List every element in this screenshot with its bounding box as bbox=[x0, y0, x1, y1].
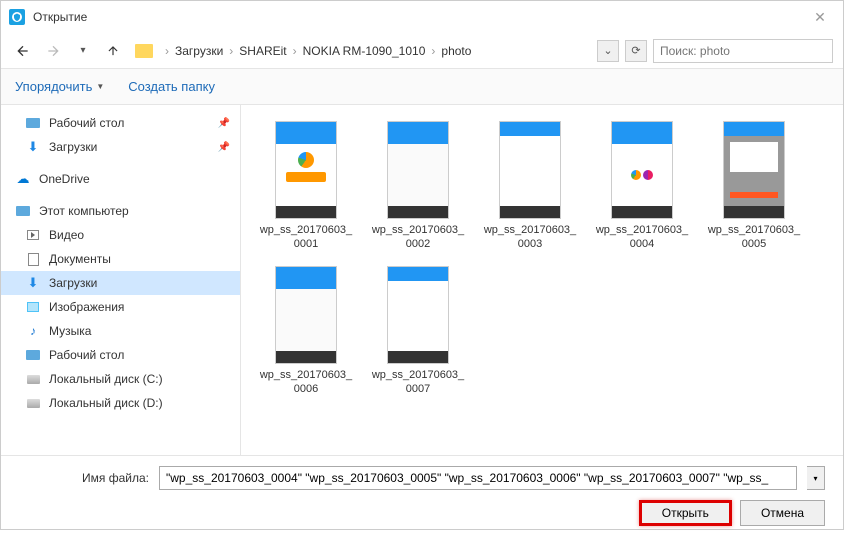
refresh-button[interactable]: ⟳ bbox=[625, 40, 647, 62]
sidebar-item-label: Изображения bbox=[49, 300, 124, 314]
file-item[interactable]: wp_ss_20170603_0006 bbox=[253, 262, 359, 401]
crumb-item[interactable]: Загрузки bbox=[171, 44, 227, 58]
toolbar: Упорядочить ▼ Создать папку bbox=[1, 69, 843, 105]
disk-icon bbox=[25, 396, 41, 410]
sidebar-item-downloads-pc[interactable]: Загрузки bbox=[1, 271, 240, 295]
new-folder-button[interactable]: Создать папку bbox=[128, 79, 215, 94]
breadcrumb[interactable]: › Загрузки › SHAREit › NOKIA RM-1090_101… bbox=[163, 44, 591, 58]
crumb-sep: › bbox=[291, 44, 299, 58]
sidebar-item-label: Видео bbox=[49, 228, 84, 242]
open-button[interactable]: Открыть bbox=[639, 500, 732, 526]
sidebar-item-label: Рабочий стол bbox=[49, 116, 124, 130]
file-thumbnail bbox=[723, 121, 785, 219]
sidebar-item-label: Этот компьютер bbox=[39, 204, 129, 218]
disk-icon bbox=[25, 372, 41, 386]
file-item[interactable]: wp_ss_20170603_0001 bbox=[253, 117, 359, 256]
crumb-item[interactable]: photo bbox=[437, 44, 475, 58]
file-list[interactable]: wp_ss_20170603_0001wp_ss_20170603_0002wp… bbox=[241, 105, 843, 455]
file-label: wp_ss_20170603_0005 bbox=[705, 223, 803, 252]
pin-icon: 📌 bbox=[218, 142, 230, 153]
file-label: wp_ss_20170603_0001 bbox=[257, 223, 355, 252]
sidebar-this-pc[interactable]: Этот компьютер bbox=[1, 199, 240, 223]
file-thumbnail bbox=[499, 121, 561, 219]
sidebar-item-label: Локальный диск (D:) bbox=[49, 396, 163, 410]
file-item[interactable]: wp_ss_20170603_0007 bbox=[365, 262, 471, 401]
download-icon bbox=[25, 140, 41, 154]
up-button[interactable] bbox=[101, 39, 125, 63]
filename-dropdown[interactable]: ▾ bbox=[807, 466, 825, 490]
recent-dropdown[interactable]: ▾ bbox=[71, 39, 95, 63]
pc-icon bbox=[15, 204, 31, 218]
folder-icon bbox=[135, 44, 153, 58]
crumb-item[interactable]: NOKIA RM-1090_1010 bbox=[299, 44, 430, 58]
chevron-down-icon: ▼ bbox=[96, 82, 104, 91]
organize-button[interactable]: Упорядочить ▼ bbox=[15, 79, 104, 94]
sidebar-item-video[interactable]: Видео bbox=[1, 223, 240, 247]
file-label: wp_ss_20170603_0006 bbox=[257, 368, 355, 397]
close-button[interactable]: ✕ bbox=[805, 7, 835, 27]
sidebar-item-label: Загрузки bbox=[49, 140, 97, 154]
sidebar-item-documents[interactable]: Документы bbox=[1, 247, 240, 271]
download-icon bbox=[25, 276, 41, 290]
pin-icon: 📌 bbox=[218, 118, 230, 129]
file-label: wp_ss_20170603_0003 bbox=[481, 223, 579, 252]
filename-input[interactable] bbox=[159, 466, 797, 490]
music-icon bbox=[25, 324, 41, 338]
crumb-sep: › bbox=[163, 44, 171, 58]
file-item[interactable]: wp_ss_20170603_0003 bbox=[477, 117, 583, 256]
file-label: wp_ss_20170603_0002 bbox=[369, 223, 467, 252]
docs-icon bbox=[25, 252, 41, 266]
sidebar-item-disk-d[interactable]: Локальный диск (D:) bbox=[1, 391, 240, 415]
crumb-sep: › bbox=[429, 44, 437, 58]
sidebar: Рабочий стол 📌 Загрузки 📌 OneDrive Этот … bbox=[1, 105, 241, 455]
sidebar-item-music[interactable]: Музыка bbox=[1, 319, 240, 343]
sidebar-item-label: Рабочий стол bbox=[49, 348, 124, 362]
file-item[interactable]: wp_ss_20170603_0005 bbox=[701, 117, 807, 256]
desktop-icon bbox=[25, 116, 41, 130]
images-icon bbox=[25, 300, 41, 314]
bottom-bar: Имя файла: ▾ Открыть Отмена bbox=[1, 455, 843, 536]
sidebar-item-label: Локальный диск (C:) bbox=[49, 372, 163, 386]
sidebar-item-label: OneDrive bbox=[39, 172, 90, 186]
cancel-button[interactable]: Отмена bbox=[740, 500, 825, 526]
file-thumbnail bbox=[275, 266, 337, 364]
onedrive-icon bbox=[15, 172, 31, 186]
file-thumbnail bbox=[611, 121, 673, 219]
dialog-title: Открытие bbox=[33, 10, 805, 24]
desktop-icon bbox=[25, 348, 41, 362]
file-label: wp_ss_20170603_0007 bbox=[369, 368, 467, 397]
file-thumbnail bbox=[387, 121, 449, 219]
sidebar-item-desktop-pc[interactable]: Рабочий стол bbox=[1, 343, 240, 367]
file-item[interactable]: wp_ss_20170603_0004 bbox=[589, 117, 695, 256]
file-thumbnail bbox=[275, 121, 337, 219]
file-item[interactable]: wp_ss_20170603_0002 bbox=[365, 117, 471, 256]
sidebar-item-desktop[interactable]: Рабочий стол 📌 bbox=[1, 111, 240, 135]
search-input[interactable] bbox=[653, 39, 833, 63]
file-label: wp_ss_20170603_0004 bbox=[593, 223, 691, 252]
video-icon bbox=[25, 228, 41, 242]
sidebar-item-images[interactable]: Изображения bbox=[1, 295, 240, 319]
sidebar-item-label: Музыка bbox=[49, 324, 91, 338]
content-area: Рабочий стол 📌 Загрузки 📌 OneDrive Этот … bbox=[1, 105, 843, 455]
sidebar-item-label: Загрузки bbox=[49, 276, 97, 290]
path-dropdown[interactable]: ⌄ bbox=[597, 40, 619, 62]
sidebar-item-downloads[interactable]: Загрузки 📌 bbox=[1, 135, 240, 159]
forward-button[interactable] bbox=[41, 39, 65, 63]
sidebar-item-label: Документы bbox=[49, 252, 111, 266]
app-icon bbox=[9, 9, 25, 25]
sidebar-item-disk-c[interactable]: Локальный диск (C:) bbox=[1, 367, 240, 391]
crumb-sep: › bbox=[227, 44, 235, 58]
navigation-bar: ▾ › Загрузки › SHAREit › NOKIA RM-1090_1… bbox=[1, 33, 843, 69]
back-button[interactable] bbox=[11, 39, 35, 63]
file-thumbnail bbox=[387, 266, 449, 364]
crumb-item[interactable]: SHAREit bbox=[235, 44, 290, 58]
titlebar: Открытие ✕ bbox=[1, 1, 843, 33]
sidebar-onedrive[interactable]: OneDrive bbox=[1, 167, 240, 191]
filename-label: Имя файла: bbox=[19, 471, 149, 485]
